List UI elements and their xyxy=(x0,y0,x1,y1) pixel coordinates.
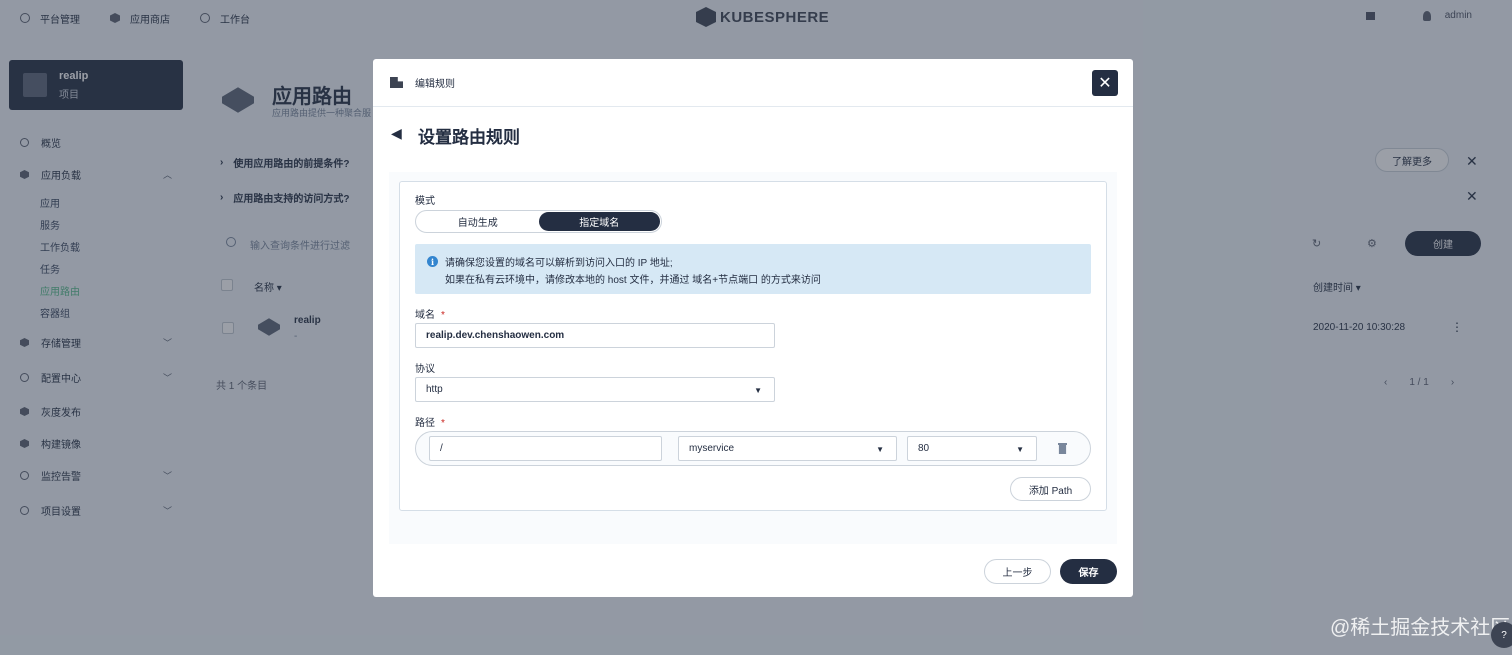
edit-rule-modal: 编辑规则 ✕ ◀ 设置路由规则 模式 自动生成 指定域名 i 请确保您设置的域名… xyxy=(373,59,1133,597)
protocol-value: http xyxy=(426,384,443,395)
service-select[interactable]: myservice ▼ xyxy=(678,436,897,461)
info-text-line1: 请确保您设置的域名可以解析到访问入口的 IP 地址; xyxy=(445,258,673,269)
service-value: myservice xyxy=(689,443,735,454)
info-text-line2: 如果在私有云环境中，请修改本地的 host 文件，并通过 域名+节点端口 的方式… xyxy=(445,275,821,286)
domain-label: 域名 * xyxy=(415,306,445,321)
modal-header-title: 编辑规则 xyxy=(415,79,455,90)
port-value: 80 xyxy=(918,443,930,454)
info-banner: i 请确保您设置的域名可以解析到访问入口的 IP 地址; 如果在私有云环境中，请… xyxy=(415,244,1091,294)
required-mark: * xyxy=(441,310,445,321)
protocol-label: 协议 xyxy=(415,364,435,375)
help-icon[interactable]: ? xyxy=(1491,622,1512,648)
mode-auto-option[interactable]: 自动生成 xyxy=(417,212,539,231)
port-select[interactable]: 80 ▼ xyxy=(907,436,1037,461)
edit-rule-icon xyxy=(390,77,403,88)
caret-down-icon: ▼ xyxy=(754,386,762,395)
close-button[interactable]: ✕ xyxy=(1092,70,1118,96)
protocol-select[interactable]: http ▼ xyxy=(415,377,775,402)
path-input[interactable]: / xyxy=(429,436,662,461)
path-label: 路径 * xyxy=(415,414,445,429)
mode-toggle: 自动生成 指定域名 xyxy=(415,210,662,233)
watermark: @稀土掘金技术社区 xyxy=(1330,617,1511,639)
caret-down-icon: ▼ xyxy=(876,445,884,454)
add-path-button[interactable]: 添加 Path xyxy=(1010,477,1091,501)
domain-input[interactable]: realip.dev.chenshaowen.com xyxy=(415,323,775,348)
info-icon: i xyxy=(427,256,438,267)
mode-label: 模式 xyxy=(415,196,435,207)
save-button[interactable]: 保存 xyxy=(1060,559,1117,584)
back-arrow-icon[interactable]: ◀ xyxy=(391,125,402,142)
trash-icon[interactable] xyxy=(1058,443,1067,454)
close-icon: ✕ xyxy=(1098,75,1112,92)
domain-label-text: 域名 xyxy=(415,310,435,321)
modal-title: 设置路由规则 xyxy=(418,128,520,147)
modal-header: 编辑规则 xyxy=(373,59,1133,107)
mode-specify-domain-option[interactable]: 指定域名 xyxy=(538,212,660,231)
previous-step-button[interactable]: 上一步 xyxy=(984,559,1051,584)
path-label-text: 路径 xyxy=(415,418,435,429)
caret-down-icon: ▼ xyxy=(1016,445,1024,454)
required-mark: * xyxy=(441,418,445,429)
